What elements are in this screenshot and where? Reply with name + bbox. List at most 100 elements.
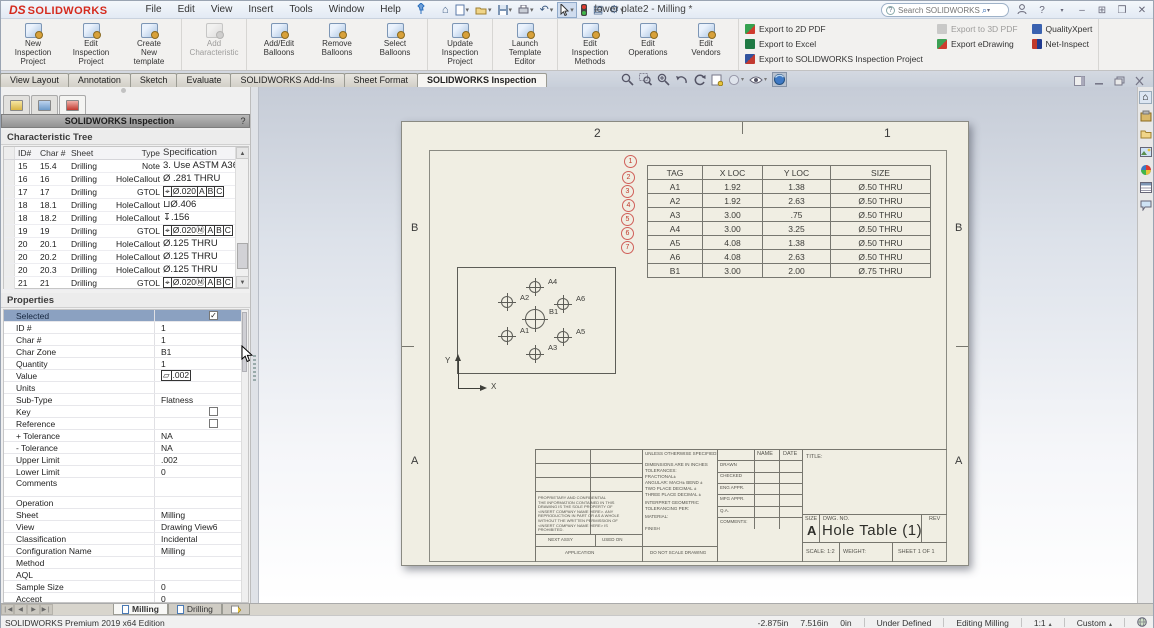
scroll-down-icon[interactable]: ▼ — [236, 276, 249, 288]
balloon-2[interactable]: 2 — [622, 171, 635, 184]
feature-manager-tab[interactable] — [3, 95, 30, 114]
tab-solidworks-add-ins[interactable]: SOLIDWORKS Add-Ins — [230, 73, 344, 87]
window-minimize-icon[interactable] — [1094, 73, 1105, 83]
file-explorer-icon[interactable] — [1139, 127, 1152, 140]
help-caret-icon[interactable]: ▾ — [1055, 7, 1069, 14]
undo-button[interactable]: ↶▾ — [538, 2, 556, 18]
row-selector[interactable] — [4, 212, 15, 224]
characteristic-tree-table[interactable]: ID#Char #SheetTypeSpecification1515.4Dri… — [3, 146, 249, 289]
property-row-upper-limit[interactable]: Upper Limit.002 — [4, 454, 248, 466]
traffic-light-icon[interactable] — [579, 2, 589, 18]
export-edrawing-button[interactable]: Export eDrawing — [937, 38, 1018, 50]
property-row-operation[interactable]: Operation — [4, 497, 248, 509]
status-1-1[interactable]: 1:1▴ — [1034, 618, 1052, 628]
property-row-char-zone[interactable]: Char ZoneB1 — [4, 346, 248, 358]
property-row-sheet[interactable]: SheetMilling — [4, 509, 248, 521]
menu-help[interactable]: Help — [372, 4, 409, 15]
property-row-char[interactable]: Char #1 — [4, 334, 248, 346]
property-row-quantity[interactable]: Quantity1 — [4, 358, 248, 370]
display-manager-tab[interactable] — [31, 95, 58, 114]
property-row-method[interactable]: Method — [4, 557, 248, 569]
menu-insert[interactable]: Insert — [240, 4, 281, 15]
balloon-3[interactable]: 3 — [621, 185, 634, 198]
tree-row[interactable]: 1818.1DrillingHoleCallout⊔Ø.406 — [4, 199, 235, 212]
select-balloons-button[interactable]: Select Balloons — [366, 21, 424, 69]
property-row-value[interactable]: Value▱.002 — [4, 370, 248, 382]
first-sheet-icon[interactable]: ❘◀ — [1, 604, 14, 615]
balloon-7[interactable]: 7 — [621, 241, 634, 254]
export-to-2d-pdf-button[interactable]: Export to 2D PDF — [745, 23, 923, 35]
search-input[interactable] — [898, 6, 982, 15]
view-palette-icon[interactable] — [1139, 145, 1152, 158]
property-row-aql[interactable]: AQL — [4, 569, 248, 581]
property-row-reference[interactable]: Reference — [4, 418, 248, 430]
tab-sketch[interactable]: Sketch — [130, 73, 178, 87]
edit-vendors-button[interactable]: Edit Vendors — [677, 21, 735, 69]
menu-tools[interactable]: Tools — [281, 4, 320, 15]
tree-row[interactable]: 1717DrillingGTOL⌖Ø.020ABC — [4, 186, 235, 199]
property-row-id[interactable]: ID #1 — [4, 322, 248, 334]
panel-flyout-icon[interactable] — [1074, 73, 1085, 83]
design-library-icon[interactable] — [1139, 109, 1152, 122]
save-button[interactable]: ▾ — [496, 2, 515, 18]
open-document-button[interactable]: ▾ — [473, 2, 494, 18]
property-row-classification[interactable]: ClassificationIncidental — [4, 533, 248, 545]
edit-operations-button[interactable]: Edit Operations — [619, 21, 677, 69]
menu-window[interactable]: Window — [321, 4, 373, 15]
search-box[interactable]: ? ⌕ ▾ — [881, 3, 1009, 17]
select-tool-button[interactable]: ▾ — [557, 2, 577, 18]
add-edit-balloons-button[interactable]: Add/Edit Balloons — [250, 21, 308, 69]
edit-inspection-methods-button[interactable]: Edit Inspection Methods — [561, 21, 619, 69]
add-sheet-tab[interactable] — [222, 604, 250, 615]
window-restore-icon[interactable] — [1114, 73, 1125, 83]
balloon-6[interactable]: 6 — [621, 227, 634, 240]
view-settings-icon[interactable] — [772, 72, 787, 87]
user-account-icon[interactable] — [1015, 4, 1029, 17]
panel-help-button[interactable]: ? — [237, 116, 249, 126]
zoom-to-area-icon[interactable] — [639, 72, 652, 87]
tree-row[interactable]: 2020.2DrillingHoleCalloutØ.125 THRU — [4, 251, 235, 264]
row-selector[interactable] — [4, 251, 15, 263]
property-row-tolerance[interactable]: - ToleranceNA — [4, 442, 248, 454]
display-style-icon[interactable]: ▾ — [728, 72, 744, 87]
maximize-button[interactable]: ⊞ — [1095, 5, 1109, 16]
forum-icon[interactable] — [1139, 199, 1152, 212]
tab-view-layout[interactable]: View Layout — [0, 73, 69, 87]
new-document-button[interactable]: ▾ — [453, 2, 472, 18]
zoom-in-out-icon[interactable] — [657, 72, 670, 87]
sheet-tab-drilling[interactable]: Drilling — [168, 604, 222, 615]
pin-icon[interactable] — [417, 3, 426, 17]
panel-grip[interactable] — [121, 88, 126, 93]
home-button[interactable]: ⌂ — [440, 2, 451, 18]
property-row-view[interactable]: ViewDrawing View6 — [4, 521, 248, 533]
search-caret-icon[interactable]: ▾ — [987, 7, 990, 14]
next-sheet-icon[interactable]: ▶ — [27, 604, 40, 615]
property-row-key[interactable]: Key — [4, 406, 248, 418]
balloon-4[interactable]: 4 — [622, 199, 635, 212]
row-selector[interactable] — [4, 238, 15, 250]
property-row-comments[interactable]: Comments — [4, 478, 248, 497]
tree-scroll-thumb[interactable] — [237, 243, 248, 269]
row-selector[interactable] — [4, 277, 15, 289]
print-button[interactable]: ▾ — [516, 2, 536, 18]
tree-row[interactable]: 2020.1DrillingHoleCalloutØ.125 THRU — [4, 238, 235, 251]
tree-row[interactable]: 2121DrillingGTOL⌖Ø.020ⓂABC — [4, 277, 235, 290]
appearances-icon[interactable] — [1139, 163, 1152, 176]
launch-template-editor-button[interactable]: Launch Template Editor — [496, 21, 554, 69]
tree-row[interactable]: 1515.4DrillingNote3. Use ASTM A36. — [4, 160, 235, 173]
zoom-to-fit-icon[interactable] — [621, 72, 634, 87]
row-selector[interactable] — [4, 264, 15, 276]
tree-row[interactable]: 1919DrillingGTOL⌖Ø.020ⓂABC — [4, 225, 235, 238]
hide-show-items-icon[interactable]: ▾ — [749, 72, 767, 87]
help-button[interactable]: ? — [1035, 5, 1049, 16]
property-row-tolerance[interactable]: + ToleranceNA — [4, 430, 248, 442]
balloon-5[interactable]: 5 — [621, 213, 634, 226]
menu-file[interactable]: File — [137, 4, 169, 15]
previous-view-icon[interactable] — [675, 72, 688, 87]
caret-up-icon[interactable]: ▴ — [1109, 622, 1112, 628]
tab-sheet-format[interactable]: Sheet Format — [344, 73, 419, 87]
export-to-solidworks-inspection-project-button[interactable]: Export to SOLIDWORKS Inspection Project — [745, 53, 923, 65]
property-row-accept[interactable]: Accept0 — [4, 593, 248, 603]
create-new-template-button[interactable]: Create New template — [120, 21, 178, 69]
caret-up-icon[interactable]: ▴ — [1049, 622, 1052, 628]
